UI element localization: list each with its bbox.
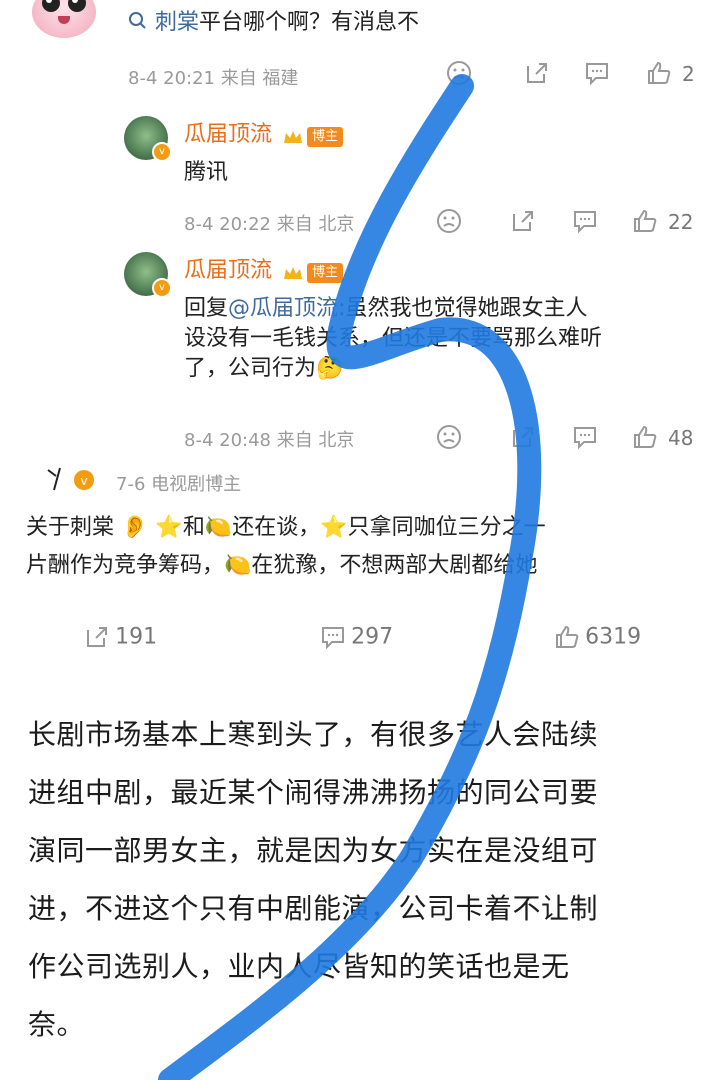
like-icon[interactable] bbox=[632, 424, 658, 454]
ear-emoji-icon: 👂 bbox=[121, 515, 149, 540]
post-text: 只拿同咖位三分之一 bbox=[347, 515, 546, 540]
top-reply-meta: 8-4 20:21 来自 福建 bbox=[128, 68, 299, 89]
reply-prefix: 回复 bbox=[184, 296, 229, 321]
star-emoji-icon: ⭐ bbox=[155, 515, 183, 540]
crown-icon bbox=[283, 265, 303, 281]
comment-icon[interactable] bbox=[572, 208, 598, 238]
verified-icon: v bbox=[152, 142, 172, 162]
share-icon[interactable] bbox=[524, 60, 550, 90]
dislike-icon[interactable] bbox=[436, 424, 462, 454]
dislike-icon[interactable] bbox=[436, 208, 462, 238]
crown-icon bbox=[283, 129, 303, 145]
share-icon[interactable] bbox=[510, 424, 536, 454]
article-line: 进组中剧，最近某个闹得沸沸扬扬的同公司要 bbox=[28, 776, 599, 809]
search-icon bbox=[128, 10, 155, 35]
comment-icon[interactable] bbox=[572, 424, 598, 454]
article-line: 演同一部男女主，就是因为女方实在是没组可 bbox=[28, 834, 599, 867]
like-icon[interactable] bbox=[646, 60, 672, 90]
reply-author-line: 瓜届顶流 博主 bbox=[184, 252, 344, 284]
top-reply-text: 刺棠平台哪个啊？有消息不 bbox=[128, 8, 419, 38]
like-count: 6319 bbox=[585, 624, 642, 650]
reply-meta: 8-4 20:48 来自 北京 bbox=[184, 430, 355, 451]
article-line: 进，不进这个只有中剧能演，公司卡着不让制 bbox=[28, 892, 599, 925]
share-icon bbox=[84, 627, 110, 647]
comment-count: 297 bbox=[351, 624, 394, 650]
reply-line: 设没有一毛钱关系，但还是不要骂那么难听 bbox=[184, 326, 603, 351]
repost-count: 191 bbox=[115, 624, 158, 650]
comment-button[interactable]: 297 bbox=[320, 624, 393, 650]
reply-text: 腾讯 bbox=[184, 160, 229, 185]
like-icon bbox=[554, 625, 580, 648]
author-name[interactable]: 瓜届顶流 bbox=[184, 122, 272, 147]
top-reply-body: 平台哪个啊？有消息不 bbox=[199, 10, 420, 35]
post-text: 和 bbox=[182, 515, 205, 540]
share-icon[interactable] bbox=[510, 208, 536, 238]
reply-author-line: 瓜届顶流 博主 bbox=[184, 116, 344, 148]
author-name[interactable]: 瓜届顶流 bbox=[184, 258, 272, 283]
article-line: 奈。 bbox=[28, 1008, 86, 1041]
article-line: 长剧市场基本上寒到头了，有很多艺人会陆续 bbox=[28, 718, 599, 751]
reply-line: 了，公司行为 bbox=[184, 356, 317, 381]
post-body: 关于刺棠 👂 ⭐和🍋还在谈，⭐只拿同咖位三分之一 片酬作为竞争筹码，🍋在犹豫，不… bbox=[26, 512, 706, 582]
verified-icon: v bbox=[152, 278, 172, 298]
like-icon[interactable] bbox=[632, 208, 658, 238]
status-badge: 博主 bbox=[307, 126, 344, 147]
search-term-link[interactable]: 刺棠 bbox=[155, 10, 199, 35]
comment-icon[interactable] bbox=[584, 60, 610, 90]
post-avatar-mark[interactable]: v bbox=[46, 466, 98, 498]
lemon-emoji-icon: 🍋 bbox=[224, 553, 252, 578]
like-count: 2 bbox=[682, 62, 695, 86]
repost-button[interactable]: 191 bbox=[84, 624, 157, 650]
article-body: 长剧市场基本上寒到头了，有很多艺人会陆续 进组中剧，最近某个闹得沸沸扬扬的同公司… bbox=[28, 706, 708, 1054]
article-line: 作公司选别人，业内人尽皆知的笑话也是无 bbox=[28, 950, 570, 983]
avatar-eye bbox=[68, 0, 86, 12]
comment-icon bbox=[320, 627, 346, 650]
dislike-icon[interactable] bbox=[446, 60, 472, 90]
avatar-eye bbox=[42, 0, 60, 12]
avatar-mouth bbox=[58, 16, 70, 24]
post-text: 在犹豫，不想两部大剧都给她 bbox=[251, 553, 538, 578]
avatar[interactable] bbox=[32, 0, 96, 38]
thinking-emoji-icon: 🤔 bbox=[316, 356, 344, 381]
like-count: 48 bbox=[668, 426, 694, 450]
status-badge: 博主 bbox=[307, 262, 344, 283]
reply-text: 回复@瓜届顶流:虽然我也觉得她跟女主人 设没有一毛钱关系，但还是不要骂那么难听 … bbox=[184, 294, 704, 384]
like-button[interactable]: 6319 bbox=[554, 624, 641, 650]
reply-meta: 8-4 20:22 来自 北京 bbox=[184, 214, 355, 235]
lemon-emoji-icon: 🍋 bbox=[204, 515, 233, 540]
post-author-meta: 7-6 电视剧博主 bbox=[116, 474, 242, 495]
like-count: 22 bbox=[668, 210, 694, 234]
post-text: 关于刺棠 bbox=[26, 515, 115, 540]
post-text: 还在谈， bbox=[232, 515, 321, 540]
reply-line: :虽然我也觉得她跟女主人 bbox=[338, 296, 588, 321]
post-text: 片酬作为竞争筹码， bbox=[26, 553, 225, 578]
svg-text:v: v bbox=[80, 474, 87, 488]
mention-link[interactable]: @瓜届顶流 bbox=[228, 296, 338, 321]
star-emoji-icon: ⭐ bbox=[320, 515, 348, 540]
